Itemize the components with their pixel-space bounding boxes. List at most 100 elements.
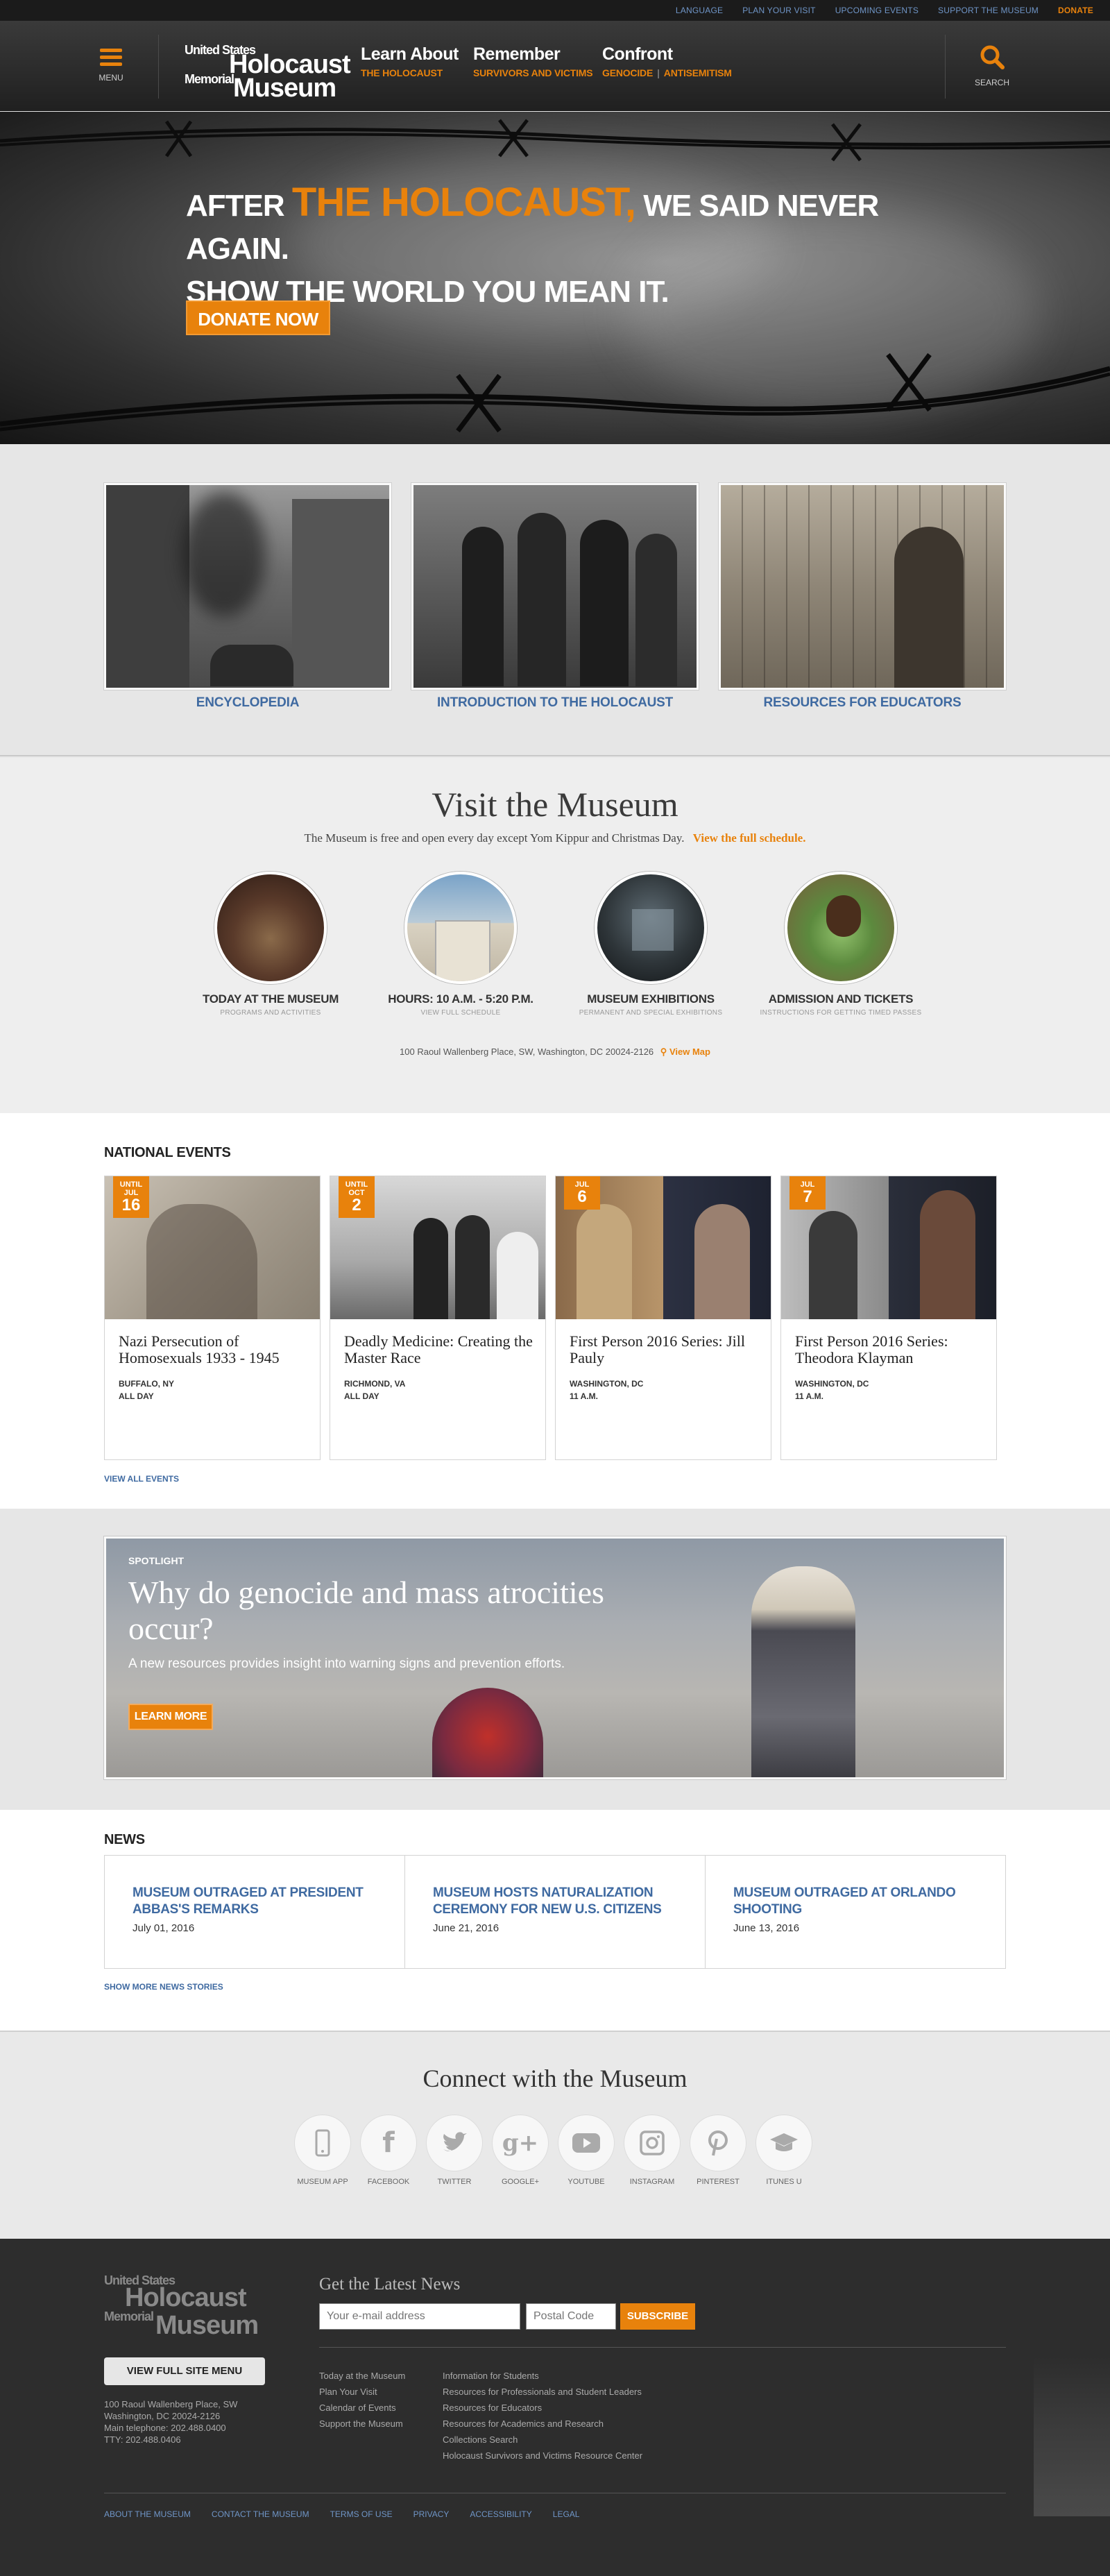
footer-bottom-link[interactable]: Legal: [553, 2509, 580, 2519]
event-card[interactable]: Jul 6 First Person 2016 Series: Jill Paul…: [555, 1176, 771, 1460]
footer-bottom-link[interactable]: Accessibility: [470, 2509, 531, 2519]
spotlight-section: Spotlight Why do genocide and mass atroc…: [0, 1509, 1110, 1810]
news-heading: News: [104, 1832, 145, 1847]
footer-link[interactable]: Holocaust Survivors and Victims Resource…: [443, 2448, 642, 2464]
donate-now-button[interactable]: Donate Now: [186, 300, 330, 335]
utility-link-support[interactable]: Support the Museum: [938, 6, 1039, 15]
badge-month: Until Oct: [345, 1180, 368, 1197]
event-title[interactable]: Nazi Persecution of Homosexuals 1933 - 1…: [119, 1333, 313, 1366]
news-title[interactable]: Museum Outraged at President Abbas's Rem…: [133, 1885, 377, 1918]
footer-link[interactable]: Today at the Museum: [319, 2368, 405, 2384]
learn-more-button[interactable]: Learn More: [128, 1704, 213, 1730]
event-card[interactable]: Until Oct 2 Deadly Medicine: Creating the…: [330, 1176, 546, 1460]
footer-divider: [319, 2347, 1006, 2348]
social-instagram[interactable]: Instagram: [621, 2115, 683, 2186]
footer-bottom-link[interactable]: Privacy: [413, 2509, 450, 2519]
social-itunes-u[interactable]: iTunes U: [753, 2115, 815, 2186]
event-time: All Day: [119, 1391, 154, 1401]
visit-admission[interactable]: Admission and Tickets Instructions for g…: [744, 872, 938, 1017]
address-text: 100 Raoul Wallenberg Place, SW, Washingt…: [400, 1046, 654, 1057]
nav-learn-about[interactable]: Learn About The Holocaust: [361, 44, 459, 78]
social-label: Twitter: [437, 2178, 472, 2186]
footer-link[interactable]: Information for Students: [443, 2368, 642, 2384]
view-full-site-menu-button[interactable]: View Full Site Menu: [104, 2357, 265, 2385]
footer-link[interactable]: Resources for Professionals and Student …: [443, 2384, 642, 2400]
footer-link[interactable]: Resources for Academics and Research: [443, 2416, 642, 2432]
today-photo: [214, 872, 327, 984]
nav-remember[interactable]: Remember Survivors and Victims: [473, 44, 593, 78]
footer-link[interactable]: Support the Museum: [319, 2416, 405, 2432]
event-title[interactable]: First Person 2016 Series: Theodora Klaym…: [795, 1333, 989, 1366]
nav-link-genocide[interactable]: Genocide: [602, 67, 653, 78]
social-youtube[interactable]: YouTube: [555, 2115, 617, 2186]
view-map-link[interactable]: ⚲ View Map: [660, 1046, 710, 1057]
footer-logo[interactable]: United States Holocaust Memorial Museum: [104, 2273, 259, 2343]
event-time: 11 a.m.: [570, 1391, 598, 1401]
news-item: Museum Outraged at President Abbas's Rem…: [105, 1856, 405, 1968]
event-title[interactable]: First Person 2016 Series: Jill Pauly: [570, 1333, 764, 1366]
visit-item-sub: Permanent and Special Exhibitions: [579, 1009, 723, 1017]
museum-logo[interactable]: United States Holocaust Memorial Museum: [182, 31, 351, 104]
museum-address: 100 Raoul Wallenberg Place, SW, Washingt…: [0, 1046, 1110, 1058]
utility-link-language[interactable]: Language: [676, 6, 723, 15]
utility-link-upcoming-events[interactable]: Upcoming Events: [835, 6, 919, 15]
footer-bottom-link[interactable]: Contact the Museum: [212, 2509, 309, 2519]
nav-link-survivors-victims[interactable]: Survivors and Victims: [473, 67, 593, 78]
footer-link[interactable]: Resources for Educators: [443, 2400, 642, 2416]
social-pinterest[interactable]: Pinterest: [687, 2115, 749, 2186]
nav-link-the-holocaust[interactable]: The Holocaust: [361, 67, 443, 78]
news-date: June 21, 2016: [433, 1922, 500, 1934]
nav-link-antisemitism[interactable]: Antisemitism: [664, 67, 732, 78]
view-all-events-link[interactable]: View All Events: [104, 1474, 179, 1484]
hero-banner: After the Holocaust, we said never again…: [0, 112, 1110, 444]
subscribe-button[interactable]: Subscribe: [620, 2303, 695, 2330]
footer-link[interactable]: Collections Search: [443, 2432, 642, 2448]
utility-link-plan-visit[interactable]: Plan Your Visit: [742, 6, 815, 15]
search-button[interactable]: Search: [964, 40, 1020, 89]
visit-hours[interactable]: Hours: 10 a.m. - 5:20 p.m. View full sch…: [364, 872, 558, 1017]
news-list: Museum Outraged at President Abbas's Rem…: [104, 1855, 1006, 1969]
social-museum-app[interactable]: Museum App: [291, 2115, 354, 2186]
visit-exhibitions[interactable]: Museum Exhibitions Permanent and Special…: [554, 872, 748, 1017]
event-card[interactable]: Until Jul 16 Nazi Persecution of Homosexu…: [104, 1176, 321, 1460]
event-title[interactable]: Deadly Medicine: Creating the Master Rac…: [344, 1333, 538, 1366]
menu-button[interactable]: Menu: [83, 42, 139, 90]
feature-educators[interactable]: Resources for Educators: [719, 483, 1006, 711]
visit-section: Visit the Museum The Museum is free and …: [0, 758, 1110, 1113]
social-twitter[interactable]: Twitter: [423, 2115, 486, 2186]
event-card[interactable]: Jul 7 First Person 2016 Series: Theodora …: [780, 1176, 997, 1460]
event-time: 11 a.m.: [795, 1391, 823, 1401]
logo-line: Memorial: [185, 72, 234, 86]
footer-bottom-link[interactable]: About the Museum: [104, 2509, 191, 2519]
nav-title: Confront: [602, 44, 673, 64]
social-label: iTunes U: [766, 2178, 802, 2186]
header-divider: [158, 35, 159, 99]
visit-today[interactable]: Today at the Museum Programs and Activit…: [173, 872, 368, 1017]
show-more-news-link[interactable]: Show More News Stories: [104, 1982, 223, 1992]
feature-encyclopedia[interactable]: Encyclopedia: [104, 483, 391, 711]
footer-link[interactable]: Calendar of Events: [319, 2400, 405, 2416]
email-field[interactable]: [319, 2303, 520, 2330]
footer-link[interactable]: Plan Your Visit: [319, 2384, 405, 2400]
view-schedule-link[interactable]: View the full schedule.: [693, 831, 806, 845]
social-facebook[interactable]: f Facebook: [357, 2115, 420, 2186]
footer-decorative-image: [1034, 2357, 1110, 2516]
address-line: TTY: 202.488.0406: [104, 2434, 181, 2445]
feature-introduction[interactable]: Introduction to the Holocaust: [411, 483, 699, 711]
visit-item-sub: View full schedule: [420, 1009, 501, 1017]
footer-bottom-link[interactable]: Terms of Use: [330, 2509, 393, 2519]
youtube-icon: [572, 2133, 600, 2153]
newsletter-title: Get the Latest News: [319, 2275, 461, 2294]
news-date: June 13, 2016: [733, 1922, 800, 1934]
visit-item-title: Hours: 10 a.m. - 5:20 p.m.: [388, 992, 533, 1006]
event-date-badge: Until Oct 2: [339, 1176, 375, 1218]
address-line: 100 Raoul Wallenberg Place, SW: [104, 2399, 238, 2409]
news-title[interactable]: Museum Outraged at Orlando Shooting: [733, 1885, 977, 1918]
nav-confront[interactable]: Confront Genocide | Antisemitism: [602, 44, 732, 78]
footer-links-col1: Today at the Museum Plan Your Visit Cale…: [319, 2368, 405, 2432]
social-googleplus[interactable]: g+ Google+: [489, 2115, 552, 2186]
footer-address: 100 Raoul Wallenberg Place, SW Washingto…: [104, 2398, 237, 2446]
news-title[interactable]: Museum Hosts Naturalization Ceremony for…: [433, 1885, 677, 1918]
utility-link-donate[interactable]: Donate: [1058, 6, 1093, 15]
postal-code-field[interactable]: [526, 2303, 616, 2330]
